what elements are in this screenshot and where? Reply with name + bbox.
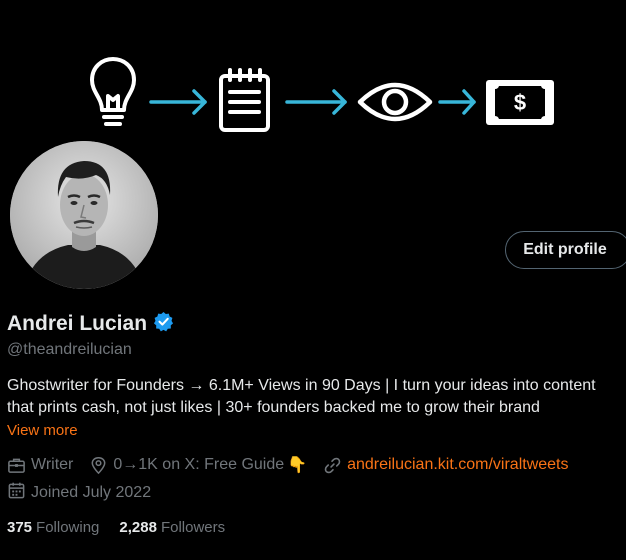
- profile-bio: Ghostwriter for Founders → 6.1M+ Views i…: [7, 375, 626, 419]
- arrow-right-icon: [285, 89, 347, 115]
- edit-profile-button[interactable]: Edit profile: [505, 231, 626, 269]
- arrow-right-icon: [438, 89, 476, 115]
- link-icon: [323, 456, 342, 475]
- follow-stats: 375 Following 2,288 Followers: [7, 519, 245, 536]
- joined-label: Joined July 2022: [31, 484, 152, 501]
- location-label: 0→1K on X: Free Guide: [113, 456, 285, 473]
- display-name: Andrei Lucian: [7, 312, 148, 335]
- profile-handle: @theandreilucian: [7, 341, 132, 358]
- notepad-icon: [219, 68, 270, 132]
- location: 0→1K on X: Free Guide 👇: [89, 455, 307, 475]
- followers-label: Followers: [160, 519, 226, 536]
- briefcase-icon: [7, 456, 26, 475]
- svg-text:$: $: [514, 90, 526, 115]
- eye-icon: [357, 82, 433, 122]
- profession: Writer: [7, 456, 73, 475]
- website-link[interactable]: andreilucian.kit.com/viraltweets: [347, 456, 568, 474]
- lightbulb-icon: [90, 57, 136, 126]
- pointing-down-emoji: 👇: [287, 457, 308, 474]
- bio-line: Ghostwriter for Founders → 6.1M+ Views i…: [7, 377, 596, 394]
- followers-link[interactable]: 2,288 Followers: [119, 519, 225, 536]
- following-label: Following: [36, 519, 100, 536]
- joined-date: Joined July 2022: [7, 481, 151, 505]
- followers-count: 2,288: [119, 519, 157, 536]
- location-pin-icon: [89, 456, 108, 475]
- bio-line: that prints cash, not just likes | 30+ f…: [7, 399, 540, 416]
- verified-badge-icon: [153, 311, 174, 337]
- avatar[interactable]: [10, 141, 158, 289]
- profile-name-row: Andrei Lucian: [7, 311, 174, 337]
- arrow-right-icon: [149, 89, 207, 115]
- profile-meta: Writer 0→1K on X: Free Guide 👇 andreiluc…: [7, 455, 584, 475]
- following-link[interactable]: 375 Following: [7, 519, 99, 536]
- profession-label: Writer: [31, 456, 74, 473]
- following-count: 375: [7, 519, 33, 536]
- dollar-bill-icon: $: [486, 80, 554, 125]
- website[interactable]: andreilucian.kit.com/viraltweets: [323, 456, 568, 475]
- view-more-link[interactable]: View more: [7, 422, 78, 439]
- calendar-icon: [7, 481, 26, 505]
